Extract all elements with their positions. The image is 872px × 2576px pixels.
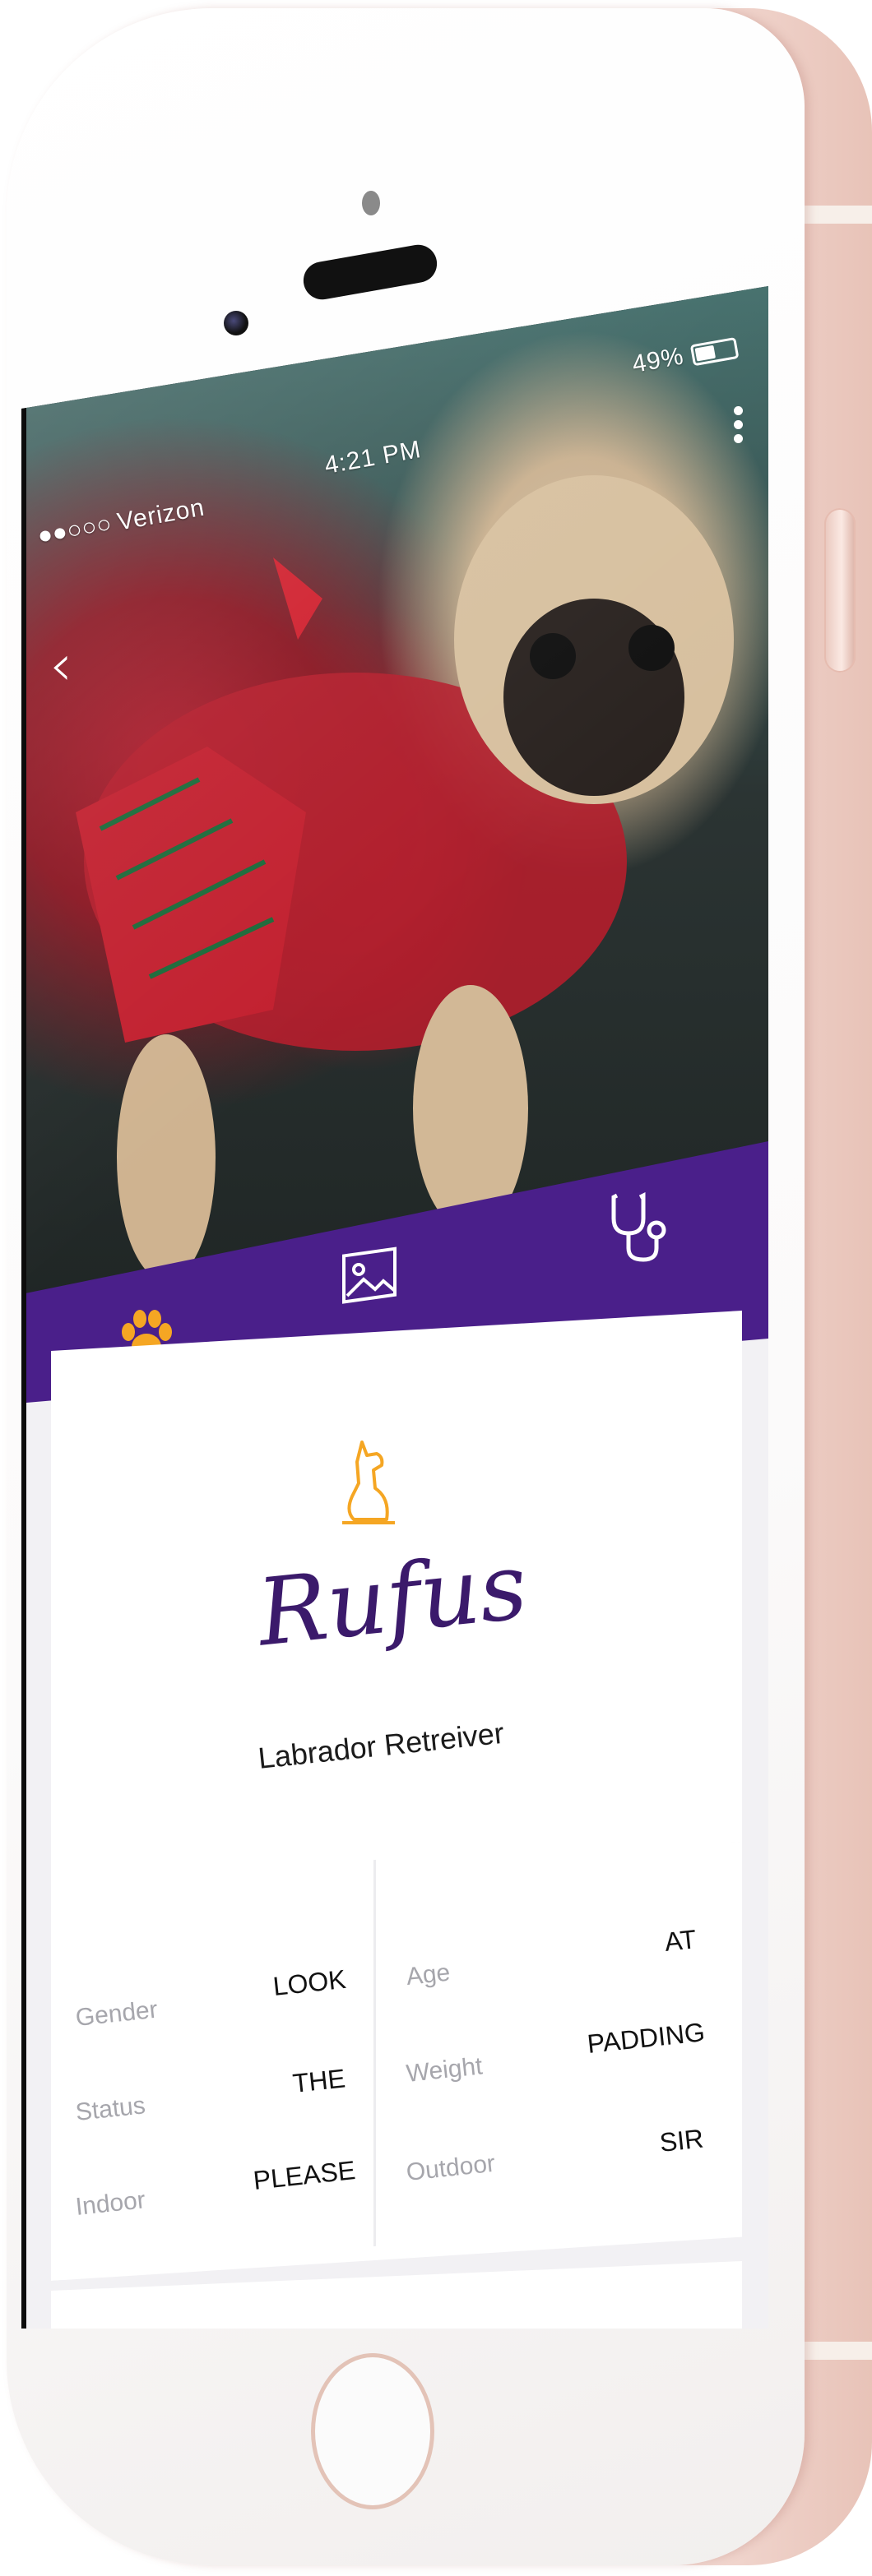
pet-details-card	[51, 1842, 742, 2281]
chevron-left-icon[interactable]: ‹	[49, 631, 72, 699]
age-label: Age	[405, 1959, 452, 1991]
age-value: AT	[663, 1924, 698, 1957]
details-divider	[373, 1859, 376, 2247]
front-camera	[224, 311, 248, 335]
proximity-sensor	[362, 191, 380, 215]
stethoscope-icon[interactable]	[602, 1191, 668, 1265]
more-vertical-icon[interactable]	[734, 401, 750, 448]
outdoor-value: SIR	[658, 2123, 705, 2157]
antenna-line	[805, 206, 872, 224]
status-value: THE	[291, 2063, 347, 2098]
volume-button	[824, 508, 856, 673]
dog-icon	[337, 1437, 400, 1529]
battery-level	[694, 345, 717, 362]
app-screen: ●●○○○Verizon 4:21 PM 49% ‹ Rufus Labrado…	[21, 286, 768, 2329]
battery-icon	[689, 337, 740, 367]
antenna-line	[805, 2342, 872, 2360]
home-button[interactable]	[311, 2353, 434, 2509]
image-icon[interactable]	[341, 1246, 398, 1312]
